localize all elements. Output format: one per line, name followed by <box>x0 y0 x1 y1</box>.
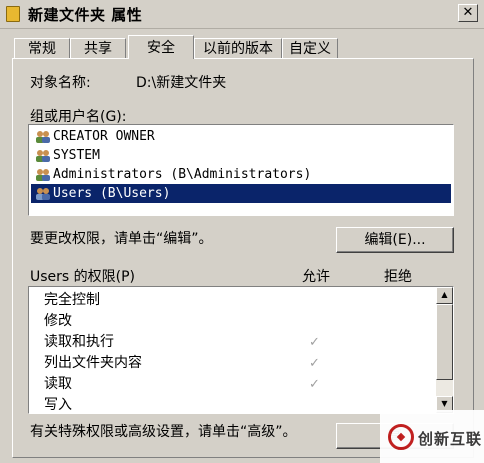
groups-label: 组或用户名(G): <box>30 109 127 125</box>
list-item[interactable]: Administrators (B\Administrators) <box>31 165 451 184</box>
permission-name: 读取和执行 <box>44 334 114 350</box>
deny-column-header: 拒绝 <box>384 269 412 285</box>
permission-row: 列出文件夹内容 ✓ <box>29 353 434 374</box>
permissions-listbox[interactable]: 完全控制 修改 读取和执行 ✓ 列出文件夹内容 ✓ 读取 ✓ 写入 ▲ ▼ <box>28 286 454 414</box>
allow-check-icon: ✓ <box>309 335 320 350</box>
edit-button[interactable]: 编辑(E)... <box>336 227 454 253</box>
list-item-selected[interactable]: Users (B\Users) <box>31 184 451 203</box>
scroll-thumb[interactable] <box>436 304 453 380</box>
close-button[interactable]: ✕ <box>458 4 478 22</box>
tab-general[interactable]: 常规 <box>14 38 70 58</box>
user-group-icon <box>36 131 50 143</box>
permission-row: 写入 <box>29 395 434 413</box>
watermark-text: 创新互联 <box>418 430 483 448</box>
permission-row: 读取和执行 ✓ <box>29 332 434 353</box>
permission-row: 修改 <box>29 311 434 332</box>
permission-name: 读取 <box>44 376 72 392</box>
permissions-header: Users 的权限(P) <box>30 269 136 285</box>
list-item[interactable]: SYSTEM <box>31 146 451 165</box>
scroll-up-icon[interactable]: ▲ <box>436 287 453 304</box>
tab-customize[interactable]: 自定义 <box>282 38 338 58</box>
permission-name: 写入 <box>44 397 72 413</box>
folder-icon <box>6 6 20 22</box>
watermark: 创新互联 <box>380 410 484 463</box>
brand-logo-icon <box>388 424 414 450</box>
user-name: SYSTEM <box>53 148 100 163</box>
permission-name: 完全控制 <box>44 292 100 308</box>
advanced-hint: 有关特殊权限或高级设置，请单击“高级”。 <box>30 424 297 440</box>
user-name: Users (B\Users) <box>53 186 171 201</box>
permissions-scrollbar[interactable]: ▲ ▼ <box>436 287 453 413</box>
tab-security[interactable]: 安全 <box>128 35 194 59</box>
allow-check-icon: ✓ <box>309 377 320 392</box>
permission-name: 修改 <box>44 313 72 329</box>
allow-column-header: 允许 <box>302 269 330 285</box>
title-bar: 新建文件夹 属性 ✕ <box>0 0 484 29</box>
allow-check-icon: ✓ <box>309 356 320 371</box>
permission-row: 读取 ✓ <box>29 374 434 395</box>
window-title: 新建文件夹 属性 <box>28 6 143 24</box>
user-group-icon <box>36 150 50 162</box>
user-group-icon <box>36 188 50 200</box>
tab-sharing[interactable]: 共享 <box>70 38 126 58</box>
tab-previous-versions[interactable]: 以前的版本 <box>194 38 282 58</box>
object-name-label: 对象名称: <box>30 75 91 91</box>
groups-listbox[interactable]: CREATOR OWNER SYSTEM Administrators (B\A… <box>28 124 454 216</box>
user-group-icon <box>36 169 50 181</box>
user-name: CREATOR OWNER <box>53 129 155 144</box>
permission-name: 列出文件夹内容 <box>44 355 142 371</box>
list-item[interactable]: CREATOR OWNER <box>31 127 451 146</box>
object-name-value: D:\新建文件夹 <box>136 75 227 91</box>
user-name: Administrators (B\Administrators) <box>53 167 312 182</box>
edit-hint: 要更改权限，请单击“编辑”。 <box>30 231 213 247</box>
permission-row: 完全控制 <box>29 290 434 311</box>
